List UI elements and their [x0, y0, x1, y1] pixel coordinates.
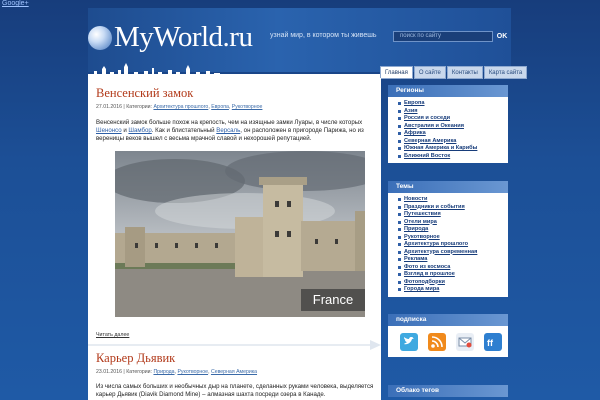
sidebar-item-topic[interactable]: Фото из космоса	[398, 264, 502, 272]
sidebar-item-topic[interactable]: Рукотворное	[398, 234, 502, 242]
post-date: 23.01.2016	[96, 369, 122, 375]
castle-photo[interactable]: France	[115, 151, 365, 317]
google-plus-link[interactable]: Google+	[2, 0, 29, 7]
sidebar-item-region[interactable]: Азия	[398, 108, 502, 116]
search-input[interactable]: поиск по сайту	[393, 31, 493, 42]
svg-text:ff: ff	[487, 338, 494, 348]
sidebar-item-topic[interactable]: Города мира	[398, 286, 502, 294]
tag-cloud-widget: Облако тегов	[388, 385, 508, 397]
post-excerpt: Из числа самых больших и необычных дыр н…	[96, 383, 374, 398]
twitter-icon[interactable]	[400, 333, 418, 351]
post-categories-label: | Категории:	[123, 104, 152, 110]
post-divider	[88, 340, 381, 350]
post-text: и	[123, 127, 127, 134]
sidebar-item-topic[interactable]: Реклама	[398, 256, 502, 264]
sidebar-item-topic[interactable]: Архитектура прошлого	[398, 241, 502, 249]
post-excerpt: Венсенский замок больше похож на крепост…	[96, 119, 374, 143]
sidebar: Регионы Европа Азия Россия и соседи Авст…	[381, 78, 511, 400]
sidebar-item-region[interactable]: Африка	[398, 130, 502, 138]
regions-list: Европа Азия Россия и соседи Австралия и …	[388, 97, 508, 163]
sidebar-item-topic[interactable]: Путешествия	[398, 211, 502, 219]
logo-globe-icon[interactable]	[88, 26, 112, 50]
sidebar-item-topic[interactable]: Взгляд в прошлое	[398, 271, 502, 279]
post-meta: 27.01.2016 | Категории: Архитектура прош…	[96, 104, 263, 110]
rss-icon[interactable]	[428, 333, 446, 351]
search-button[interactable]: OK	[495, 31, 509, 42]
sidebar-item-topic[interactable]: Архитектура современная	[398, 249, 502, 257]
subscribe-icons: ff	[388, 326, 508, 357]
category-link[interactable]: Европа	[211, 104, 229, 110]
sidebar-item-topic[interactable]: Праздники и события	[398, 204, 502, 212]
subscribe-widget: подписка ff	[388, 314, 508, 357]
widget-title: Облако тегов	[388, 385, 508, 397]
sidebar-item-topic[interactable]: Природа	[398, 226, 502, 234]
inline-link[interactable]: Версаль	[216, 127, 240, 134]
topics-widget: Темы Новости Праздники и события Путешес…	[388, 181, 508, 297]
sidebar-item-region[interactable]: Северная Америка	[398, 138, 502, 146]
post-text: . Как и блистательный	[151, 127, 215, 134]
image-caption: France	[301, 289, 365, 311]
category-link[interactable]: Рукотворное	[232, 104, 263, 110]
post-title[interactable]: Венсенский замок	[96, 86, 193, 101]
post-text: Венсенский замок больше похож на крепост…	[96, 119, 363, 126]
sidebar-item-region[interactable]: Южная Америка и Карибы	[398, 145, 502, 153]
sidebar-item-region[interactable]: Австралия и Океания	[398, 123, 502, 131]
read-more-link[interactable]: Читать далее	[96, 332, 129, 338]
inline-link[interactable]: Шенонсо	[96, 127, 122, 134]
site-tagline: узнай мир, в котором ты живешь	[270, 32, 377, 39]
category-link[interactable]: Природа	[153, 369, 174, 375]
widget-title: Регионы	[388, 85, 508, 97]
topics-list: Новости Праздники и события Путешествия …	[388, 193, 508, 297]
sidebar-item-topic[interactable]: Отели мира	[398, 219, 502, 227]
sidebar-item-region[interactable]: Ближний Восток	[398, 153, 502, 161]
post-title[interactable]: Карьер Дьявик	[96, 351, 175, 366]
category-link[interactable]: Северная Америка	[211, 369, 257, 375]
inline-link[interactable]: Шамбор	[128, 127, 151, 134]
sidebar-item-region[interactable]: Европа	[398, 100, 502, 108]
post-meta: 23.01.2016 | Категории: Природа, Рукотво…	[96, 369, 258, 375]
main-content: Венсенский замок 27.01.2016 | Категории:…	[88, 78, 381, 400]
email-icon[interactable]	[456, 333, 474, 351]
sidebar-item-topic[interactable]: Новости	[398, 196, 502, 204]
widget-title: подписка	[388, 314, 508, 326]
category-link[interactable]: Рукотворное	[177, 369, 208, 375]
post-categories-label: | Категории:	[123, 369, 152, 375]
sidebar-item-region[interactable]: Россия и соседи	[398, 115, 502, 123]
regions-widget: Регионы Европа Азия Россия и соседи Авст…	[388, 85, 508, 163]
site-logo[interactable]: MyWorld.ru	[114, 21, 253, 54]
post-date: 27.01.2016	[96, 104, 122, 110]
widget-title: Темы	[388, 181, 508, 193]
sidebar-item-topic[interactable]: Фотоподборки	[398, 279, 502, 287]
city-skyline-icon	[88, 63, 381, 78]
category-link[interactable]: Архитектура прошлого	[153, 104, 208, 110]
friendfeed-icon[interactable]: ff	[484, 333, 502, 351]
